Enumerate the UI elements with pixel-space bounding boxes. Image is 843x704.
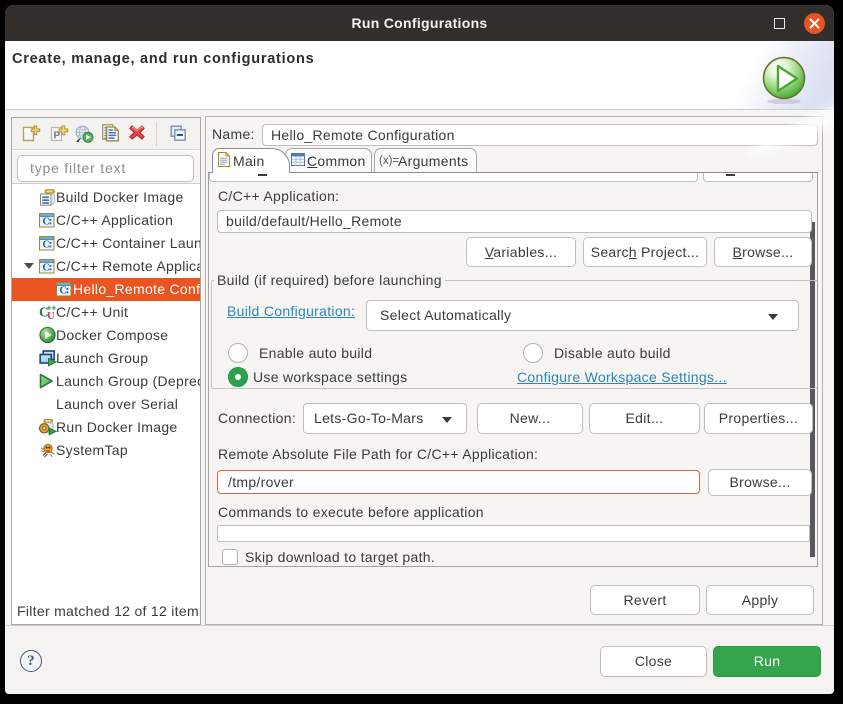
svg-text:C: C xyxy=(43,263,51,274)
svg-text:C: C xyxy=(43,240,51,251)
svg-text:++: ++ xyxy=(47,304,56,313)
svg-text:C: C xyxy=(60,286,68,297)
svg-text:C: C xyxy=(43,217,51,228)
